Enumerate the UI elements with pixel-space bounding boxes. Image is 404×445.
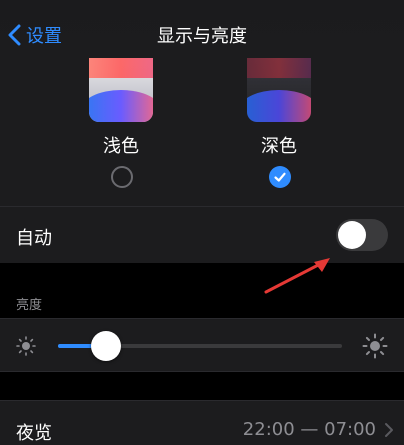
toggle-knob [338,221,366,249]
sun-large-icon [362,333,388,359]
page-title: 显示与亮度 [157,26,247,47]
dark-mode-label: 深色 [261,136,297,157]
annotation-arrow-icon [264,258,330,294]
light-mode-preview[interactable] [89,58,153,122]
chevron-right-icon [385,423,393,437]
auto-label: 自动 [16,228,52,249]
dark-mode-preview[interactable] [247,58,311,122]
auto-appearance-row: 自动 [0,206,404,263]
night-shift-schedule: 22:00 — 07:00 [242,419,376,440]
light-mode-label: 浅色 [103,136,139,157]
light-mode-radio[interactable] [111,166,133,188]
checkmark-icon [274,172,286,182]
brightness-row [0,318,404,372]
auto-toggle[interactable] [336,219,388,251]
sun-small-icon [16,336,36,356]
dark-mode-radio[interactable] [269,166,291,188]
brightness-slider[interactable] [58,331,342,361]
night-shift-label: 夜览 [16,423,52,444]
appearance-panel: 浅色 深色 [0,58,404,206]
night-shift-row[interactable]: 夜览 22:00 — 07:00 [0,400,404,445]
brightness-slider-thumb[interactable] [91,331,122,361]
brightness-section-label: 亮度 [16,298,43,313]
